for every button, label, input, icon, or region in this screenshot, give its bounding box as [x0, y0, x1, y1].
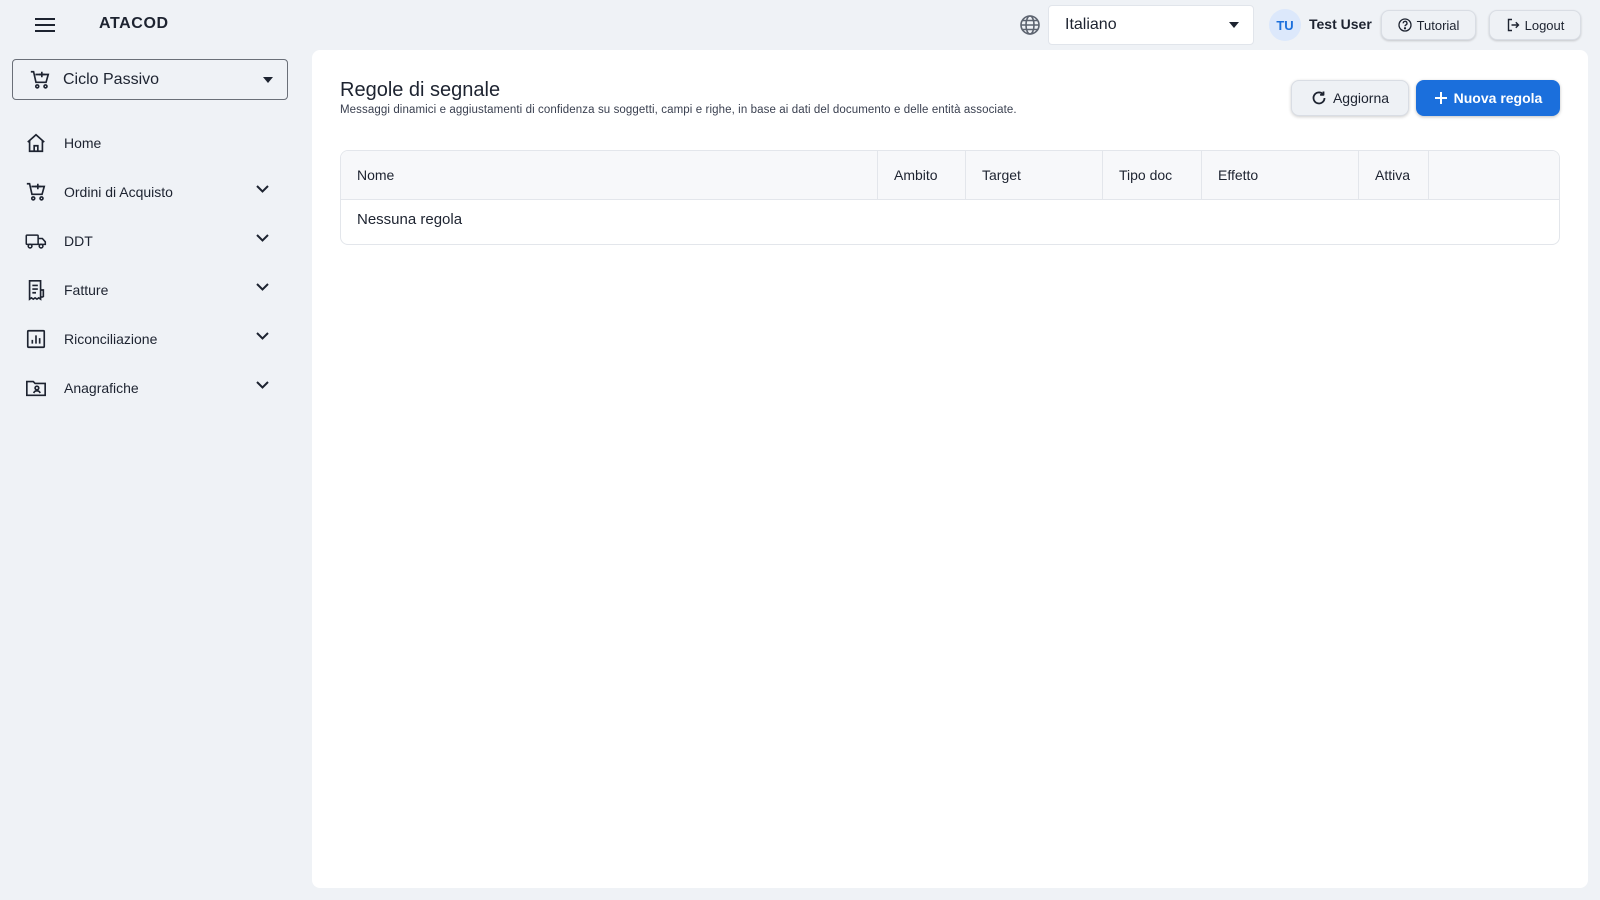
app-brand: ATACOD	[99, 15, 169, 32]
column-header-actions	[1429, 151, 1559, 199]
chevron-down-icon[interactable]	[256, 332, 269, 340]
column-header-target[interactable]: Target	[966, 151, 1103, 199]
menu-icon[interactable]	[32, 12, 58, 38]
chart-icon	[25, 328, 47, 350]
sidebar-item-label: Home	[64, 134, 102, 151]
folder-user-icon	[25, 377, 47, 399]
logout-button[interactable]: Logout	[1489, 10, 1581, 40]
sidebar-item-fatture[interactable]: Fatture	[0, 265, 296, 314]
sidebar-item-riconciliazione[interactable]: Riconciliazione	[0, 314, 296, 363]
column-header-effetto[interactable]: Effetto	[1202, 151, 1359, 199]
sidebar-item-label: DDT	[64, 232, 93, 249]
top-bar: ATACOD Italiano TU Test User Tutorial Lo…	[0, 0, 1600, 48]
caret-down-icon	[1229, 22, 1239, 28]
logout-icon	[1506, 18, 1520, 32]
sidebar-item-home[interactable]: Home	[0, 118, 296, 167]
avatar[interactable]: TU	[1269, 9, 1301, 41]
empty-state-text: Nessuna regola	[357, 211, 463, 228]
main-panel: Regole di segnale Messaggi dinamici e ag…	[312, 50, 1588, 888]
sidebar-item-ddt[interactable]: DDT	[0, 216, 296, 265]
cart-icon	[25, 181, 47, 203]
column-header-attiva[interactable]: Attiva	[1359, 151, 1429, 199]
sidebar-item-label: Riconciliazione	[64, 330, 158, 347]
truck-icon	[25, 230, 47, 252]
caret-down-icon	[263, 77, 273, 83]
module-select[interactable]: Ciclo Passivo	[12, 59, 288, 100]
help-circle-icon	[1397, 18, 1412, 32]
home-icon	[25, 132, 47, 154]
page-subtitle: Messaggi dinamici e aggiustamenti di con…	[340, 104, 1017, 116]
chevron-down-icon[interactable]	[256, 283, 269, 291]
logout-button-label: Logout	[1524, 17, 1565, 33]
refresh-button[interactable]: Aggiorna	[1291, 80, 1409, 116]
chevron-down-icon[interactable]	[256, 234, 269, 242]
refresh-button-label: Aggiorna	[1332, 90, 1390, 106]
sidebar-nav: Home Ordini di Acquisto DDT Fatture Rico…	[0, 118, 296, 412]
module-select-value: Ciclo Passivo	[63, 70, 160, 88]
language-select-value: Italiano	[1065, 16, 1117, 33]
sidebar-item-ordini-di-acquisto[interactable]: Ordini di Acquisto	[0, 167, 296, 216]
new-rule-button[interactable]: Nuova regola	[1416, 80, 1560, 116]
chevron-down-icon[interactable]	[256, 381, 269, 389]
refresh-icon	[1311, 90, 1327, 106]
column-header-nome[interactable]: Nome	[341, 151, 878, 199]
column-header-ambito[interactable]: Ambito	[878, 151, 966, 199]
new-rule-button-label: Nuova regola	[1453, 90, 1543, 106]
globe-icon	[1019, 14, 1041, 36]
receipt-icon	[25, 279, 47, 301]
sidebar-item-anagrafiche[interactable]: Anagrafiche	[0, 363, 296, 412]
chevron-down-icon[interactable]	[256, 185, 269, 193]
user-name: Test User	[1309, 16, 1372, 32]
sidebar-item-label: Ordini di Acquisto	[64, 183, 173, 200]
cart-icon	[29, 69, 51, 91]
sidebar-item-label: Anagrafiche	[64, 379, 139, 396]
page-title: Regole di segnale	[340, 79, 501, 101]
sidebar-item-label: Fatture	[64, 281, 109, 298]
language-select[interactable]: Italiano	[1048, 5, 1254, 45]
tutorial-button[interactable]: Tutorial	[1381, 10, 1476, 40]
table-header: Nome Ambito Target Tipo doc Effetto Atti…	[341, 151, 1559, 200]
plus-icon	[1434, 91, 1448, 105]
column-header-tipo-doc[interactable]: Tipo doc	[1103, 151, 1202, 199]
tutorial-button-label: Tutorial	[1416, 17, 1460, 33]
rules-table: Nome Ambito Target Tipo doc Effetto Atti…	[340, 150, 1560, 245]
